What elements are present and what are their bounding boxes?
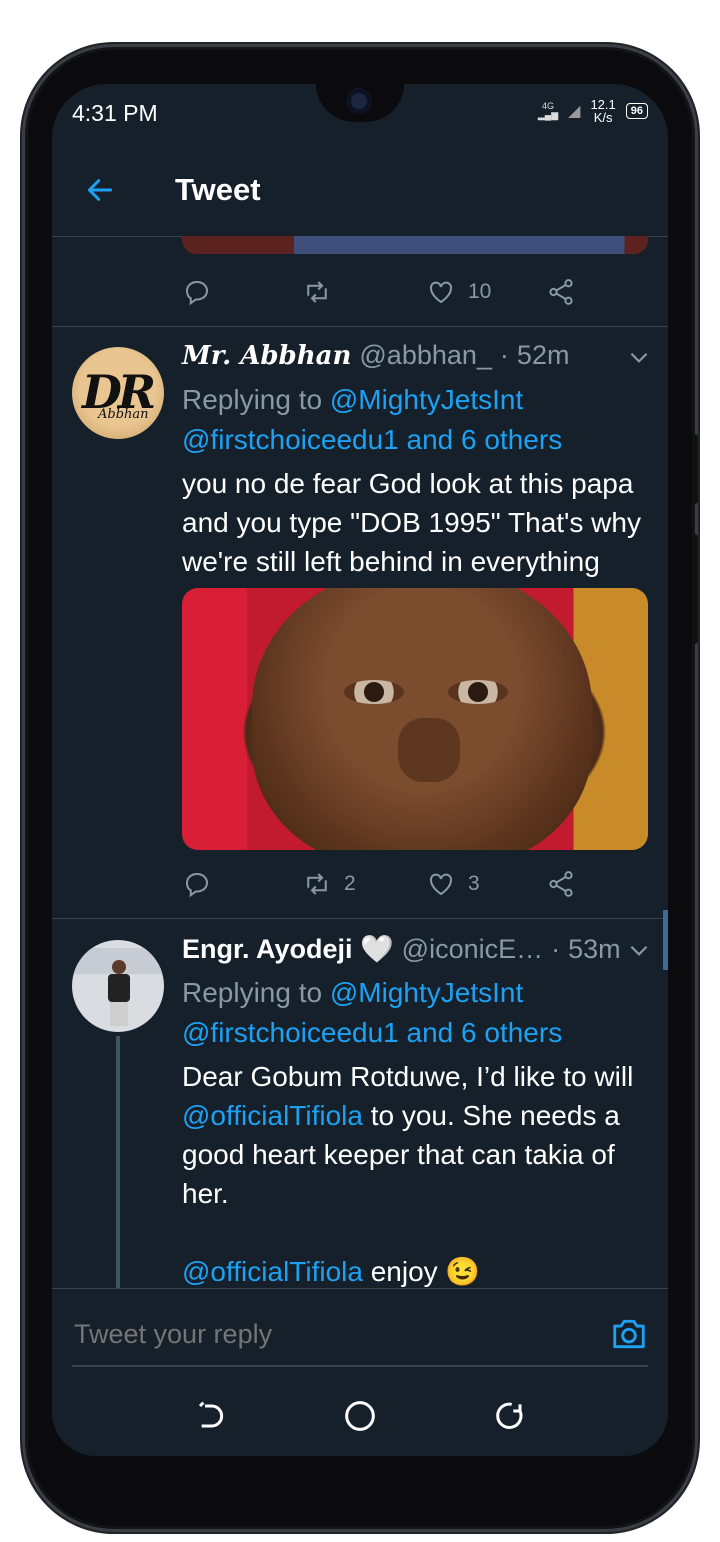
tweet-text: Dear Gobum Rotduwe, I’d like to will @of… [182,1057,652,1291]
share-icon [549,871,573,897]
photo-eye-right [448,680,508,704]
screen: 4:31 PM 4G ▂▄▆ ◢ 12.1 K/s 96 Tweet 10 DR… [52,84,668,1456]
display-name[interactable]: Mr. Abbhan [182,341,351,371]
like-button[interactable]: 10 [426,272,491,312]
avatar-body [108,974,130,1002]
status-time: 4:31 PM [72,100,158,126]
retweet-icon [307,873,327,895]
replying-prefix: Replying to [182,384,323,415]
previous-tweet-actions: 10 [182,272,652,312]
retweet-button[interactable] [302,272,344,312]
network-indicator: 4G ▂▄▆ [537,101,559,120]
reply-icon [185,872,209,898]
mention-link[interactable]: @firstchoiceedu1 and 6 others [182,424,562,455]
scrollbar[interactable] [663,910,668,970]
previous-tweet-image[interactable] [182,236,648,254]
replying-to: Replying to @MightyJetsInt @firstchoicee… [182,380,652,460]
separator-dot: · [551,934,561,964]
reply-icon [185,280,209,306]
mention-link[interactable]: @officialTifiola [182,1256,363,1287]
mention-link[interactable]: @MightyJetsInt [330,384,523,415]
photo-nose [398,718,460,782]
like-count: 3 [468,872,480,895]
reply-button[interactable] [182,272,212,312]
replying-to: Replying to @MightyJetsInt @firstchoicee… [182,973,652,1053]
retweet-button[interactable]: 2 [302,864,356,904]
system-nav-bar [52,1376,668,1456]
tweet-text-part: Dear Gobum Rotduwe, I’d like to will [182,1061,634,1092]
tweet-1-actions: 2 3 [182,864,652,904]
tweet-time: 53m [568,934,621,964]
power-button [692,534,698,644]
tweet-image[interactable] [182,588,648,850]
page-title: Tweet [175,172,261,207]
divider [52,918,668,919]
status-icons: 4G ▂▄▆ ◢ 12.1 K/s 96 [538,98,648,124]
chevron-down-icon[interactable] [626,937,652,963]
divider [52,326,668,327]
tweet-text-part: enjoy 😉 [370,1256,481,1287]
tweet-meta: Mr. Abbhan @abbhan_ · 52m [182,340,652,380]
nav-home-icon[interactable] [340,1396,380,1436]
reply-underline [72,1365,648,1367]
reply-button[interactable] [182,864,212,904]
speed-indicator: 12.1 K/s [590,98,615,124]
reply-input[interactable] [72,1303,596,1365]
avatar-head [112,960,126,974]
mention-link[interactable]: @firstchoiceedu1 and 6 others [182,1017,562,1048]
speed-unit: K/s [593,110,613,125]
like-button[interactable]: 3 [426,864,480,904]
chevron-down-icon[interactable] [626,344,652,370]
nav-recent-icon[interactable] [490,1396,530,1436]
avatar-logo-subtext: Abbhan [98,407,149,422]
user-handle[interactable]: @iconicE… [402,934,543,965]
like-icon [429,281,453,304]
replying-prefix: Replying to [182,977,323,1008]
app-header: Tweet [52,152,668,237]
tweet-1: Mr. Abbhan @abbhan_ · 52m Replying to @M… [182,340,652,581]
like-icon [429,873,453,896]
retweet-count: 2 [344,872,356,895]
mention-link[interactable]: @officialTifiola [182,1100,363,1131]
share-icon [549,279,573,305]
camera-icon[interactable] [610,1315,648,1353]
photo-eye-left [344,680,404,704]
nav-back-icon[interactable] [190,1396,230,1436]
tweet-text: you no de fear God look at this papa and… [182,468,641,577]
avatar-legs [110,1002,128,1026]
display-name[interactable]: Engr. Ayodeji 🤍 [182,933,394,965]
avatar[interactable]: DR Abbhan [72,347,164,439]
separator-dot: · [499,340,509,370]
retweet-icon [307,281,327,303]
front-camera [346,88,372,114]
tweet-2: Engr. Ayodeji 🤍 @iconicE… · 53m Replying… [182,933,652,1291]
tweet-time: 52m [516,340,570,370]
back-arrow-icon[interactable] [84,174,116,206]
network-type: 4G [542,101,555,111]
share-button[interactable] [546,272,576,312]
face-photo [252,588,592,850]
share-button[interactable] [546,864,576,904]
tweet-meta: Engr. Ayodeji 🤍 @iconicE… · 53m [182,933,652,973]
signal-icon: ◢ [568,103,581,120]
mention-link[interactable]: @MightyJetsInt [330,977,523,1008]
like-count: 10 [468,280,492,303]
volume-button [692,434,698,504]
avatar[interactable] [72,940,164,1032]
user-handle[interactable]: @abbhan_ [359,340,492,371]
battery-icon: 96 [625,103,648,119]
reply-bar [52,1288,668,1377]
